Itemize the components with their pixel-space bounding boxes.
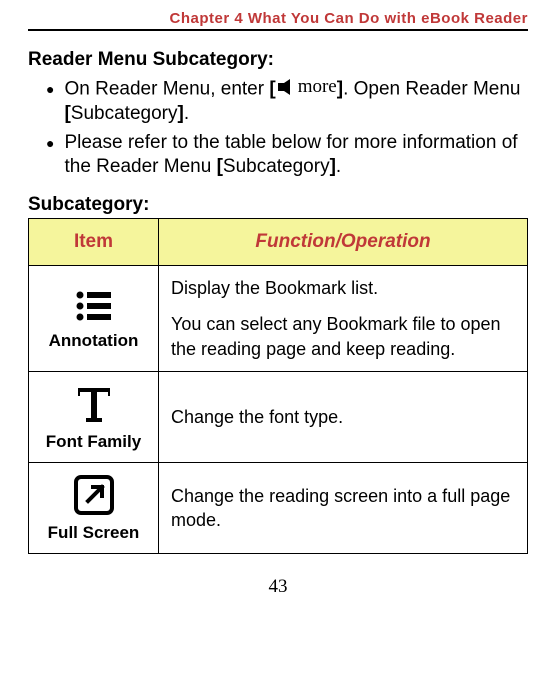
font-icon <box>72 382 116 426</box>
text-fragment: Subcategory <box>223 156 330 177</box>
list-icon <box>72 287 116 325</box>
text-fragment: . <box>184 103 189 124</box>
desc-paragraph: You can select any Bookmark file to open… <box>171 312 515 361</box>
item-label: Full Screen <box>48 523 140 542</box>
text-fragment: . <box>336 156 341 177</box>
bullet-list: ● On Reader Menu, enter [more]. Open Rea… <box>28 77 528 180</box>
function-cell: Change the font type. <box>159 372 528 463</box>
page-number: 43 <box>28 576 528 598</box>
more-icon-group: more <box>276 75 337 100</box>
item-label: Font Family <box>46 432 141 451</box>
bullet-item: ● Please refer to the table below for mo… <box>46 131 528 180</box>
chapter-header: Chapter 4 What You Can Do with eBook Rea… <box>28 10 528 31</box>
header-item: Item <box>29 219 159 266</box>
item-cell-annotation: Annotation <box>29 266 159 372</box>
bullet-marker: ● <box>46 80 54 127</box>
text-fragment: . Open Reader Menu <box>343 78 520 99</box>
more-label: more <box>298 75 337 100</box>
text-fragment: On Reader Menu, enter <box>64 78 269 99</box>
subcategory-label: Subcategory: <box>28 194 528 216</box>
header-function: Function/Operation <box>159 219 528 266</box>
desc-paragraph: Change the reading screen into a full pa… <box>171 484 515 533</box>
function-cell: Display the Bookmark list. You can selec… <box>159 266 528 372</box>
item-cell-fullscreen: Full Screen <box>29 463 159 554</box>
subcategory-table: Item Function/Operation Annotation Displ… <box>28 218 528 554</box>
fullscreen-icon <box>72 473 116 517</box>
table-header-row: Item Function/Operation <box>29 219 528 266</box>
item-label: Annotation <box>49 331 139 350</box>
desc-paragraph: Change the font type. <box>171 405 515 429</box>
item-cell-font: Font Family <box>29 372 159 463</box>
section-title: Reader Menu Subcategory: <box>28 49 528 71</box>
table-row: Full Screen Change the reading screen in… <box>29 463 528 554</box>
bullet-marker: ● <box>46 134 54 180</box>
desc-paragraph: Display the Bookmark list. <box>171 276 515 300</box>
speaker-icon <box>276 78 296 96</box>
table-row: Annotation Display the Bookmark list. Yo… <box>29 266 528 372</box>
text-fragment: Subcategory <box>71 103 178 124</box>
table-row: Font Family Change the font type. <box>29 372 528 463</box>
bullet-text: Please refer to the table below for more… <box>64 131 528 180</box>
bullet-text: On Reader Menu, enter [more]. Open Reade… <box>64 77 528 127</box>
function-cell: Change the reading screen into a full pa… <box>159 463 528 554</box>
bullet-item: ● On Reader Menu, enter [more]. Open Rea… <box>46 77 528 127</box>
